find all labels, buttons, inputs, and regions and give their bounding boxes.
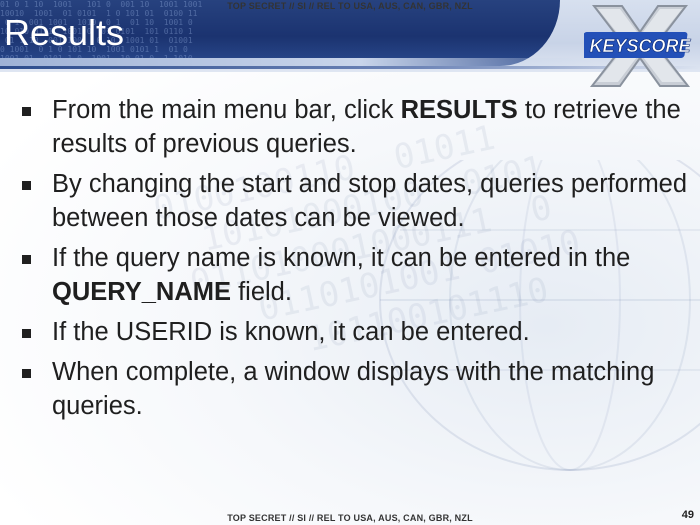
- bullet-square-icon: [22, 255, 31, 264]
- bullet-square-icon: [22, 181, 31, 190]
- bullet-text: From the main menu bar, click: [52, 96, 401, 124]
- bullet-square-icon: [22, 329, 31, 338]
- bullet-list: From the main menu bar, click RESULTS to…: [20, 93, 690, 429]
- bullet-square-icon: [22, 369, 31, 378]
- bullet-item: By changing the start and stop dates, qu…: [20, 167, 690, 235]
- bullet-text: If the query name is known, it can be en…: [52, 244, 631, 272]
- bullet-text: By changing the start and stop dates, qu…: [52, 170, 688, 232]
- bullet-item: From the main menu bar, click RESULTS to…: [20, 93, 690, 161]
- slide: 0100100110 01011 10101000100 0101 011010…: [0, 0, 700, 525]
- bullet-text: If the USERID is known, it can be entere…: [52, 318, 530, 346]
- page-number: 49: [681, 509, 694, 521]
- bullet-item: If the USERID is known, it can be entere…: [20, 315, 690, 349]
- bullet-emphasis: RESULTS: [400, 96, 518, 124]
- classification-banner-bottom: TOP SECRET // SI // REL TO USA, AUS, CAN…: [227, 513, 473, 523]
- bullet-emphasis: QUERY_NAME: [52, 278, 231, 306]
- bullet-square-icon: [22, 107, 31, 116]
- keyscore-logo: KEYSCORE: [584, 5, 692, 87]
- bullet-item: When complete, a window displays with th…: [20, 355, 690, 423]
- bullet-text: When complete, a window displays with th…: [52, 358, 655, 420]
- page-title: Results: [4, 12, 125, 53]
- bullet-text: field.: [231, 278, 292, 306]
- svg-text:KEYSCORE: KEYSCORE: [589, 36, 691, 56]
- bullet-item: If the query name is known, it can be en…: [20, 241, 690, 309]
